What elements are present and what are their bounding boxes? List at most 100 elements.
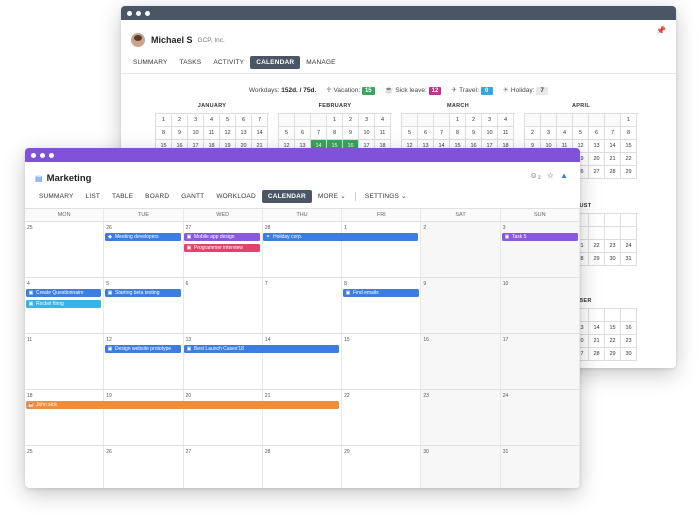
window-dot-icon[interactable]	[136, 10, 141, 16]
tab-board[interactable]: BOARD	[139, 190, 175, 203]
day-cell[interactable]: 28	[263, 222, 343, 277]
event-mobile-app-design[interactable]: ▣ Mobile app design	[184, 233, 260, 241]
workdays-label: Workdays:	[248, 87, 280, 94]
day-cell[interactable]: 24	[500, 390, 580, 445]
day-cell[interactable]: 1	[342, 222, 422, 277]
day-cell[interactable]: 26	[104, 222, 184, 277]
folder-icon: ▤	[35, 173, 43, 183]
day-cell[interactable]: 12	[104, 334, 184, 389]
chevron-down-icon: ⌄	[401, 193, 407, 200]
day-cell[interactable]: 5	[104, 278, 184, 333]
tab-summary[interactable]: SUMMARY	[33, 190, 80, 203]
weekday-header: MON TUE WED THU FRI SAT SUN	[25, 209, 580, 222]
event-best-launch-cases[interactable]: ▣ Best Launch Cases'18	[184, 345, 339, 353]
tab-gantt[interactable]: GANTT	[175, 190, 210, 203]
event-holiday-corp[interactable]: ✶ Holiday corp.	[263, 233, 418, 241]
day-cell[interactable]: 13	[184, 334, 263, 389]
weekday-label: SUN	[501, 209, 580, 221]
window-dot-icon[interactable]	[40, 152, 45, 158]
day-cell[interactable]: 6	[184, 278, 263, 333]
window-dot-icon[interactable]	[31, 152, 36, 158]
event-find-emails[interactable]: ▣ Find emails	[343, 289, 419, 297]
day-cell[interactable]: 15	[342, 334, 422, 389]
pin-icon[interactable]: 📌	[656, 26, 666, 35]
tab-calendar[interactable]: CALENDAR	[250, 56, 301, 69]
day-cell[interactable]: 22	[342, 390, 422, 445]
task-icon: ▣	[186, 234, 192, 240]
tab-tasks[interactable]: TASKS	[174, 56, 208, 69]
weekday-label: TUE	[104, 209, 184, 221]
day-cell[interactable]: 31	[500, 446, 580, 488]
day-number: 27	[185, 225, 192, 231]
day-cell[interactable]: 20	[184, 390, 263, 445]
avatar[interactable]	[131, 33, 145, 47]
task-icon: ▣	[345, 290, 351, 296]
event-design-website-prototype[interactable]: ▣ Design website prototype	[105, 345, 181, 353]
day-cell[interactable]: 11	[25, 334, 105, 389]
window-dot-icon[interactable]	[145, 10, 150, 16]
day-number: 10	[502, 281, 509, 287]
weekday-label: THU	[263, 209, 343, 221]
tab-list[interactable]: LIST	[80, 190, 107, 203]
day-cell[interactable]: 7	[263, 278, 343, 333]
event-create-questionnaire[interactable]: ▣ Create Questionnaire	[26, 289, 101, 297]
holiday-badge: 7	[536, 87, 549, 95]
window-dot-icon[interactable]	[127, 10, 132, 16]
day-cell[interactable]: 25	[25, 446, 105, 488]
day-number: 5	[106, 281, 110, 287]
weekday-label: MON	[25, 209, 105, 221]
day-cell[interactable]: 28	[263, 446, 343, 488]
day-cell[interactable]: 19	[104, 390, 184, 445]
month-name: JANUARY	[197, 103, 227, 109]
tab-table[interactable]: TABLE	[106, 190, 139, 203]
holiday-stat: ☀ Holiday: 7	[503, 86, 549, 95]
day-cell[interactable]: 10	[500, 278, 580, 333]
window-dot-icon[interactable]	[49, 152, 54, 158]
user-tabs: SUMMARY TASKS ACTIVITY CALENDAR MANAGE	[121, 50, 676, 74]
day-cell[interactable]: 9	[421, 278, 501, 333]
tab-manage[interactable]: MANAGE	[300, 56, 341, 69]
sick-badge: 12	[428, 87, 442, 95]
month-january: JANUARY 1234567 8 9 10 11 12 13 14 15 16 17 18 19 2…	[155, 103, 269, 153]
day-cell[interactable]: 27	[184, 446, 263, 488]
day-cell[interactable]: 16	[421, 334, 501, 389]
event-programmer-interview[interactable]: ▣ Programmer interview	[184, 244, 260, 252]
day-number: 25	[27, 449, 33, 455]
event-john-sick[interactable]: ☕ John sick	[26, 401, 339, 409]
project-tabs: SUMMARY LIST TABLE BOARD GANTT WORKLOAD …	[25, 186, 580, 207]
day-number: 17	[502, 337, 509, 343]
event-task-5[interactable]: ▣ Task 5	[502, 233, 578, 241]
day-cell[interactable]: 8	[342, 278, 422, 333]
event-rocket-firing[interactable]: ▣ Rocket firing	[26, 300, 101, 308]
day-number: 20	[185, 393, 192, 399]
palm-icon: ♰	[326, 87, 332, 94]
travel-label: Travel:	[459, 87, 479, 94]
tab-settings[interactable]: SETTINGS ⌄	[359, 189, 413, 203]
star-icon[interactable]: ☆	[547, 171, 554, 180]
day-cell[interactable]: 30	[421, 446, 501, 488]
day-cell[interactable]: 18	[25, 390, 105, 445]
event-starting-beta-testing[interactable]: ▣ Starting beta testing	[105, 289, 181, 297]
tab-activity[interactable]: ACTIVITY	[207, 56, 250, 69]
meeting-icon: ◆	[108, 234, 112, 240]
day-number: 14	[264, 337, 271, 343]
day-cell[interactable]: 23	[421, 390, 501, 445]
pin-icon[interactable]: ▲	[560, 171, 568, 180]
day-cell[interactable]: 29	[342, 446, 422, 488]
day-cell[interactable]: 17	[500, 334, 580, 389]
tab-workload[interactable]: WORKLOAD	[210, 190, 262, 203]
day-cell[interactable]: 2	[421, 222, 501, 277]
tab-calendar[interactable]: CALENDAR	[261, 189, 312, 203]
users-icon[interactable]: ☺₂	[530, 171, 541, 180]
leave-stats: Workdays: 152d. / 75d. ♰ Vacation: 15 ☕ Si…	[121, 86, 676, 95]
event-meeting-developers[interactable]: ◆ Meeting developers	[105, 233, 181, 241]
tab-more[interactable]: MORE ⌄	[312, 189, 352, 203]
travel-stat: ✈ Travel: 0	[451, 86, 493, 95]
tab-summary[interactable]: SUMMARY	[127, 56, 174, 69]
day-cell[interactable]: 26	[104, 446, 184, 488]
day-cell[interactable]: 25	[25, 222, 105, 277]
day-cell[interactable]: 21	[263, 390, 343, 445]
day-cell[interactable]: 14	[263, 334, 343, 389]
day-cell[interactable]: 3	[500, 222, 580, 277]
day-number: 4	[27, 281, 30, 287]
